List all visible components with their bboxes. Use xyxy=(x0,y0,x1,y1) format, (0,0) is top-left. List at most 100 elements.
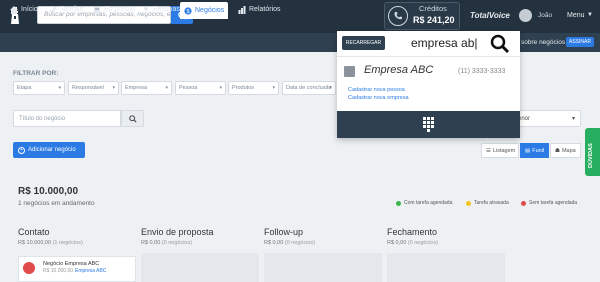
filter-label: Data de conclusão xyxy=(286,85,332,91)
legend-item: Com tarefa agendada xyxy=(396,200,452,206)
menu-button[interactable]: Menu xyxy=(567,12,585,19)
stage-dropzone[interactable] xyxy=(141,253,259,282)
totalvoice-brand: TotalVoice xyxy=(470,11,510,20)
chart-icon xyxy=(238,5,246,14)
chevron-down-icon: ▾ xyxy=(272,85,275,91)
nav-item-relatorios[interactable]: Relatórios xyxy=(238,0,281,19)
chevron-down-icon: ▾ xyxy=(165,85,168,91)
status-dot-icon xyxy=(23,262,35,274)
search-icon xyxy=(128,114,137,123)
nav-item-label: Pessoas xyxy=(153,6,180,13)
help-tab[interactable]: DÚVIDAS xyxy=(585,128,600,176)
stage-title: Contato xyxy=(18,227,50,237)
stage-title: Fechamento xyxy=(387,227,438,237)
filter-label: Empresa xyxy=(125,85,148,91)
reload-credits-button[interactable]: RECARREGAR xyxy=(342,36,385,50)
nav-item-pessoas[interactable]: Pessoas xyxy=(142,0,180,19)
phone-icon[interactable] xyxy=(388,6,408,26)
tab-negocios[interactable]: $ Negócios xyxy=(180,2,229,19)
plus-icon: + xyxy=(18,146,25,154)
deal-title-placeholder: Título do negócio xyxy=(19,116,66,122)
stage-count: (1 negócios) xyxy=(52,240,83,246)
dialpad-icon xyxy=(423,117,434,132)
deal-title-search-button[interactable] xyxy=(121,110,144,127)
sort-select[interactable]: enor ▾ xyxy=(512,110,581,127)
stage-dropzone[interactable] xyxy=(387,253,505,282)
filter-label: Pessoa xyxy=(179,85,198,91)
stage-amount: R$ 0,00 xyxy=(141,240,161,246)
chevron-down-icon[interactable]: ▼ xyxy=(587,12,593,18)
deal-title-search-input[interactable]: Título do negócio xyxy=(13,110,121,127)
legend-item: Sem tarefa agendada xyxy=(521,200,577,206)
tasks-icon xyxy=(49,6,57,13)
legend-label: Tarefa atrasada xyxy=(474,200,509,206)
stage-amount: R$ 10.000,00 xyxy=(18,240,52,246)
stage-title: Follow-up xyxy=(264,227,304,237)
legend-label: Com tarefa agendada xyxy=(404,200,453,206)
new-company-link[interactable]: Cadastrar nova empresa xyxy=(348,95,409,101)
tab-listagem[interactable]: ☰ Listagem xyxy=(481,143,519,158)
svg-text:$: $ xyxy=(186,9,189,15)
subscribe-button[interactable]: ASSINAR xyxy=(566,37,594,47)
filter-label: Responsável xyxy=(72,85,104,91)
stage-summary: R$ 10.000,00 (1 negócios) xyxy=(18,240,83,246)
deals-count: 1 negócios em andamento xyxy=(18,200,95,207)
total-value: R$ 10.000,00 xyxy=(18,186,79,197)
stage-dropzone[interactable] xyxy=(264,253,382,282)
stage-count: (0 negócios) xyxy=(161,240,193,246)
home-icon xyxy=(10,5,18,14)
red-dot-icon xyxy=(521,200,526,206)
green-dot-icon xyxy=(396,200,401,206)
stage-title: Envio de proposta xyxy=(141,227,214,237)
nav-item-tarefas[interactable]: Tarefas xyxy=(49,0,83,19)
filter-pessoa[interactable]: Pessoa ▾ xyxy=(175,81,226,95)
add-deal-button[interactable]: + Adicionar negócio xyxy=(13,142,85,158)
add-deal-label: Adicionar negócio xyxy=(28,147,76,153)
about-deals-link[interactable]: sobre negócios xyxy=(521,39,565,46)
building-icon xyxy=(94,6,100,14)
credits-label: Créditos xyxy=(419,4,447,13)
list-icon: ☰ xyxy=(486,147,491,154)
nav-item-inicio[interactable]: Início xyxy=(10,0,38,19)
chevron-down-icon: ▾ xyxy=(219,85,222,91)
dialpad-toggle[interactable] xyxy=(337,111,520,138)
tab-mapa[interactable]: ☗ Mapa xyxy=(550,143,581,158)
chevron-down-icon: ▾ xyxy=(58,85,61,91)
nav-item-label: Início xyxy=(21,6,38,13)
filter-heading: FILTRAR POR: xyxy=(13,70,59,77)
stage-amount: R$ 0,00 xyxy=(387,240,407,246)
credits-value: R$ 241,20 xyxy=(413,15,455,25)
user-icon xyxy=(142,6,150,14)
search-icon[interactable] xyxy=(490,34,510,54)
avatar[interactable] xyxy=(519,9,532,22)
result-company-name[interactable]: Empresa ABC xyxy=(364,64,433,76)
user-name[interactable]: João xyxy=(538,12,552,19)
nav-item-label: Negócios xyxy=(195,7,225,14)
filter-produtos[interactable]: Produtos ▾ xyxy=(228,81,279,95)
stage-summary: R$ 0,00 (0 negócios) xyxy=(387,240,438,246)
dialer-search-input[interactable]: empresa ab| xyxy=(411,36,478,50)
chevron-down-icon: ▾ xyxy=(329,85,332,91)
nav-item-label: Empresas xyxy=(104,6,136,13)
deal-card-company-link[interactable]: Empresa ABC xyxy=(75,268,106,274)
deal-card-value: R$ 10.000,00 xyxy=(43,268,74,274)
filter-etapa[interactable]: Etapa ▾ xyxy=(13,81,65,95)
yellow-dot-icon xyxy=(466,200,471,206)
stage-amount: R$ 0,00 xyxy=(264,240,284,246)
filter-responsavel[interactable]: Responsável ▾ xyxy=(68,81,119,95)
filter-empresa[interactable]: Empresa ▾ xyxy=(121,81,172,95)
nav-item-label: Tarefas xyxy=(60,6,83,13)
tab-funil[interactable]: ▤ Funil xyxy=(520,143,549,158)
tab-label: Mapa xyxy=(561,147,576,154)
chevron-down-icon: ▾ xyxy=(112,85,115,91)
nav-item-label: Relatórios xyxy=(249,6,281,13)
users-icon: ☗ xyxy=(555,147,560,154)
new-person-link[interactable]: Cadastrar nova pessoa xyxy=(348,87,405,93)
result-company-phone[interactable]: (11) 3333-3333 xyxy=(458,68,505,75)
deal-card-title[interactable]: Negócio Empresa ABC xyxy=(43,261,99,267)
dollar-icon: $ xyxy=(184,6,192,15)
stage-count: (0 negócios) xyxy=(284,240,316,246)
funnel-icon: ▤ xyxy=(525,147,531,154)
filter-data-conclusao[interactable]: Data de conclusão ▾ xyxy=(282,81,336,95)
nav-item-empresas[interactable]: Empresas xyxy=(93,0,136,19)
